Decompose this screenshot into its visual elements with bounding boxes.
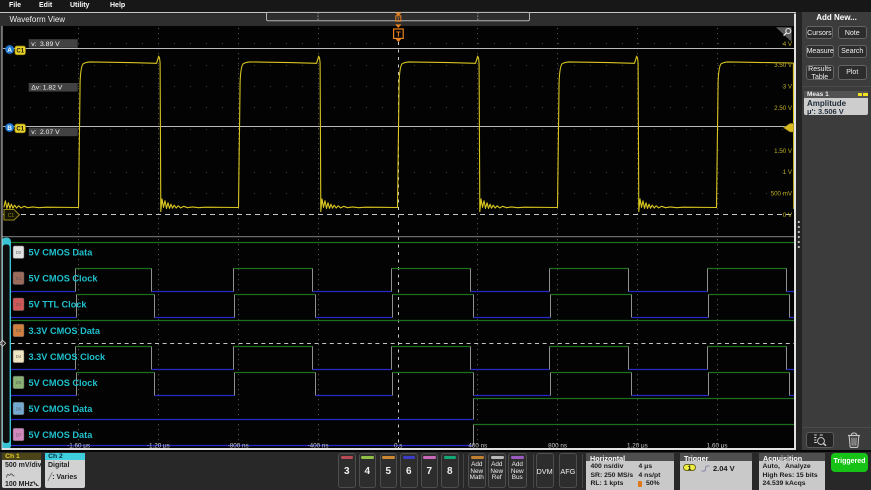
svg-text:5V CMOS Data: 5V CMOS Data (29, 248, 94, 258)
svg-text:4 V: 4 V (783, 41, 793, 48)
svg-text:B: B (7, 125, 12, 132)
svg-text:3.3V CMOS Data: 3.3V CMOS Data (29, 326, 101, 336)
svg-text:0 V: 0 V (783, 212, 793, 219)
svg-text:T: T (397, 16, 400, 21)
svg-text:v:: v: (31, 129, 36, 136)
svg-text:1 V: 1 V (783, 169, 793, 176)
svg-text:D5: D5 (16, 380, 22, 385)
svg-text:C1: C1 (8, 213, 15, 219)
svg-text:T: T (396, 30, 401, 39)
svg-text:D6: D6 (16, 406, 22, 411)
svg-text:1.82 V: 1.82 V (43, 85, 63, 92)
svg-text:2.07 V: 2.07 V (40, 129, 60, 136)
svg-text:D4: D4 (16, 354, 22, 359)
svg-text:Δv:: Δv: (31, 85, 41, 92)
svg-text:5V CMOS Data: 5V CMOS Data (29, 430, 94, 440)
svg-text:A: A (7, 47, 12, 54)
svg-text:D1: D1 (16, 276, 22, 281)
svg-text:5V CMOS Clock: 5V CMOS Clock (29, 274, 99, 284)
svg-text:1.50 V: 1.50 V (774, 148, 793, 155)
svg-text:500 mV: 500 mV (771, 191, 793, 198)
svg-text:C1: C1 (16, 127, 24, 133)
svg-text:5V TTL Clock: 5V TTL Clock (29, 300, 88, 310)
svg-text:3.50 V: 3.50 V (774, 62, 793, 69)
svg-text:D0: D0 (16, 250, 22, 255)
svg-text:5V CMOS Clock: 5V CMOS Clock (29, 378, 99, 388)
svg-text:D2: D2 (16, 302, 22, 307)
svg-text:v:: v: (31, 41, 36, 48)
svg-text:D7: D7 (16, 432, 22, 437)
svg-text:3.3V CMOS Clock: 3.3V CMOS Clock (29, 352, 106, 362)
svg-text:5V CMOS Data: 5V CMOS Data (29, 404, 94, 414)
svg-text:2.50 V: 2.50 V (774, 105, 793, 112)
svg-text:C1: C1 (16, 49, 24, 55)
svg-text:3.89 V: 3.89 V (40, 41, 60, 48)
svg-text:3 V: 3 V (783, 84, 793, 91)
svg-text:D3: D3 (16, 328, 22, 333)
